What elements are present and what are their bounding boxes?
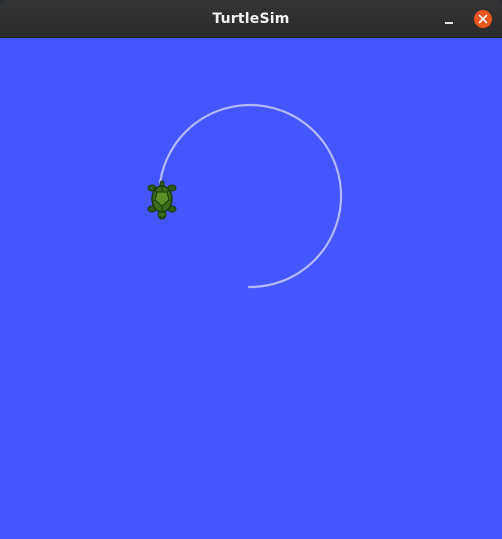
minimize-icon <box>445 22 453 24</box>
pen-trail <box>158 103 343 289</box>
simulation-canvas <box>0 38 502 539</box>
turtlesim-window: TurtleSim <box>0 0 502 539</box>
close-button[interactable] <box>474 10 492 28</box>
close-icon <box>478 14 488 24</box>
minimize-button[interactable] <box>438 9 460 29</box>
turtle-icon <box>147 180 177 220</box>
title-bar[interactable]: TurtleSim <box>0 0 502 38</box>
window-title: TurtleSim <box>212 11 290 27</box>
